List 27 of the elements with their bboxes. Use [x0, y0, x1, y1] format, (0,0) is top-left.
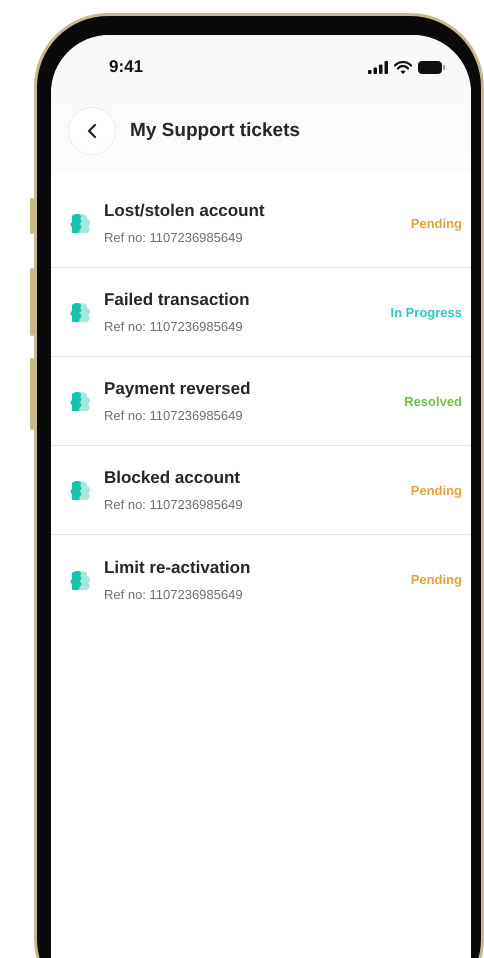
- ticket-icon: [69, 568, 93, 592]
- ticket-status: In Progress: [390, 304, 462, 320]
- ticket-title: Failed transaction: [104, 290, 250, 310]
- ticket-title: Blocked account: [104, 468, 242, 488]
- ticket-status: Pending: [410, 572, 462, 587]
- ticket-status: Pending: [410, 216, 462, 230]
- ticket-reference: Ref no: 1107236985649: [104, 408, 244, 423]
- ticket-reference: Ref no: 1107236985649: [104, 497, 244, 512]
- ticket-reference: Ref no: 1107236985649: [104, 230, 244, 245]
- page-title: My Support tickets: [130, 120, 300, 142]
- ticket-title: Limit re-activation: [104, 558, 252, 578]
- signal-icon: [368, 60, 388, 74]
- wifi-icon: [394, 60, 412, 74]
- back-button[interactable]: [68, 107, 116, 155]
- ticket-icon: [69, 212, 93, 236]
- ticket-icon: [69, 479, 93, 503]
- ticket-status: Resolved: [404, 394, 462, 408]
- ticket-reference: Ref no: 1107236985649: [104, 586, 244, 602]
- ticket-title: Lost/stolen account: [104, 201, 266, 221]
- ticket-status: Pending: [410, 482, 462, 498]
- ticket-title: Payment reversed: [104, 379, 252, 399]
- ticket-icon: [69, 390, 93, 414]
- battery-icon: [418, 60, 445, 74]
- back-chevron-icon: [85, 123, 99, 139]
- ticket-icon: [69, 301, 93, 325]
- ticket-reference: Ref no: 1107236985649: [104, 319, 244, 334]
- status-time: 9:41: [109, 57, 144, 77]
